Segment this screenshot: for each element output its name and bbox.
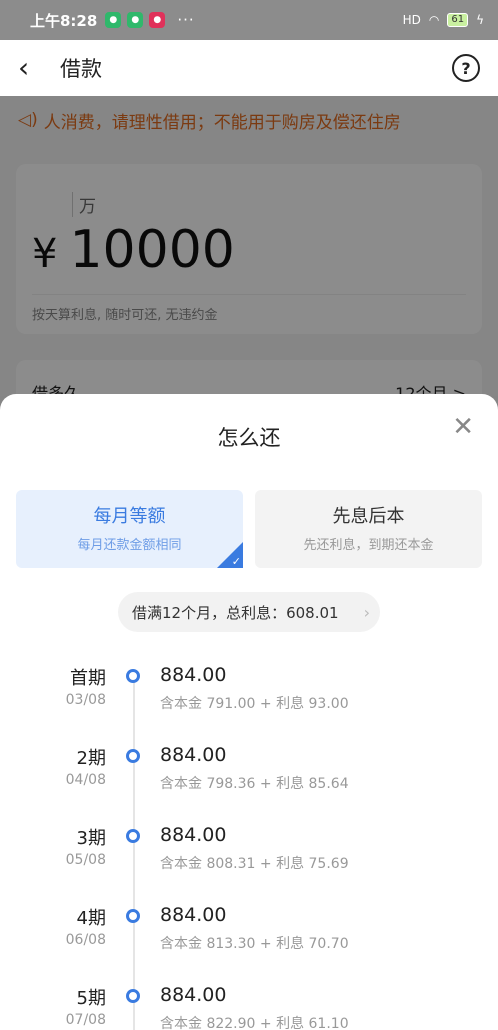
period-label: 5期 [76,988,106,1009]
wifi-icon: ◠ [428,13,440,27]
timeline-dot-icon [126,749,140,763]
back-icon[interactable]: ‹ [18,54,46,82]
timeline-dot-icon [126,909,140,923]
option-title: 每月等额 [93,506,166,527]
payment-amount: 884.00 [160,744,227,766]
status-time: 上午8:28 [30,11,98,30]
timeline-dot-icon [126,669,140,683]
schedule-row: 3期 05/08 884.00 含本金 808.31 + 利息 75.69 [0,824,498,884]
status-right: HD ◠ 61 ϟ [403,13,484,27]
close-icon[interactable]: ✕ [452,414,474,440]
app-notification-icon: ● [105,12,122,28]
period-label: 2期 [76,748,106,769]
battery-icon: 61 [447,13,469,27]
page-title: 借款 [60,57,102,81]
option-subtitle: 先还利息，到期还本金 [303,538,434,553]
app-notification-icon: ● [149,12,166,28]
period-date: 05/08 [65,852,106,868]
repayment-sheet: 怎么还 ✕ 每月等额 每月还款金额相同 ✓ 先息后本 先还利息，到期还本金 借满… [0,394,498,1030]
payment-detail: 含本金 791.00 + 利息 93.00 [160,696,349,712]
payment-detail: 含本金 813.30 + 利息 70.70 [160,936,349,952]
period-label: 首期 [70,668,106,689]
sheet-title: 怎么还 [217,426,281,450]
signal-icon: HD [402,13,421,27]
period-date: 04/08 [65,772,106,788]
schedule-row: 5期 07/08 884.00 含本金 822.90 + 利息 61.10 [0,984,498,1030]
help-icon[interactable]: ? [452,54,480,82]
timeline-dot-icon [126,829,140,843]
summary-text: 借满12个月，总利息：608.01 [132,603,339,622]
chevron-right-icon: › [363,602,370,622]
schedule-row: 4期 06/08 884.00 含本金 813.30 + 利息 70.70 [0,904,498,964]
period-date: 07/08 [65,1012,106,1028]
payment-detail: 含本金 808.31 + 利息 75.69 [160,856,349,872]
payment-amount: 884.00 [160,904,227,926]
payment-amount: 884.00 [160,824,227,846]
app-bar: ‹ 借款 ? [0,40,498,96]
option-interest-first[interactable]: 先息后本 先还利息，到期还本金 [255,490,482,568]
interest-summary[interactable]: 借满12个月，总利息：608.01 › [118,592,380,632]
option-equal-monthly[interactable]: 每月等额 每月还款金额相同 ✓ [16,490,243,568]
schedule-row: 首期 03/08 884.00 含本金 791.00 + 利息 93.00 [0,664,498,724]
period-label: 3期 [76,828,106,849]
period-date: 06/08 [65,932,106,948]
option-subtitle: 每月还款金额相同 [77,538,182,553]
charging-icon: ϟ [476,13,484,27]
period-label: 4期 [76,908,106,929]
payment-amount: 884.00 [160,984,227,1006]
payment-detail: 含本金 822.90 + 利息 61.10 [160,1016,349,1030]
option-title: 先息后本 [332,506,405,527]
schedule-row: 2期 04/08 884.00 含本金 798.36 + 利息 85.64 [0,744,498,804]
payment-detail: 含本金 798.36 + 利息 85.64 [160,776,349,792]
period-date: 03/08 [65,692,106,708]
status-bar: 上午8:28 ● ● ● ··· HD ◠ 61 ϟ [0,0,498,40]
app-notification-icon: ● [127,12,144,28]
timeline-dot-icon [126,989,140,1003]
more-notifications-icon: ··· [177,11,195,29]
check-icon: ✓ [231,554,241,568]
payment-amount: 884.00 [160,664,227,686]
